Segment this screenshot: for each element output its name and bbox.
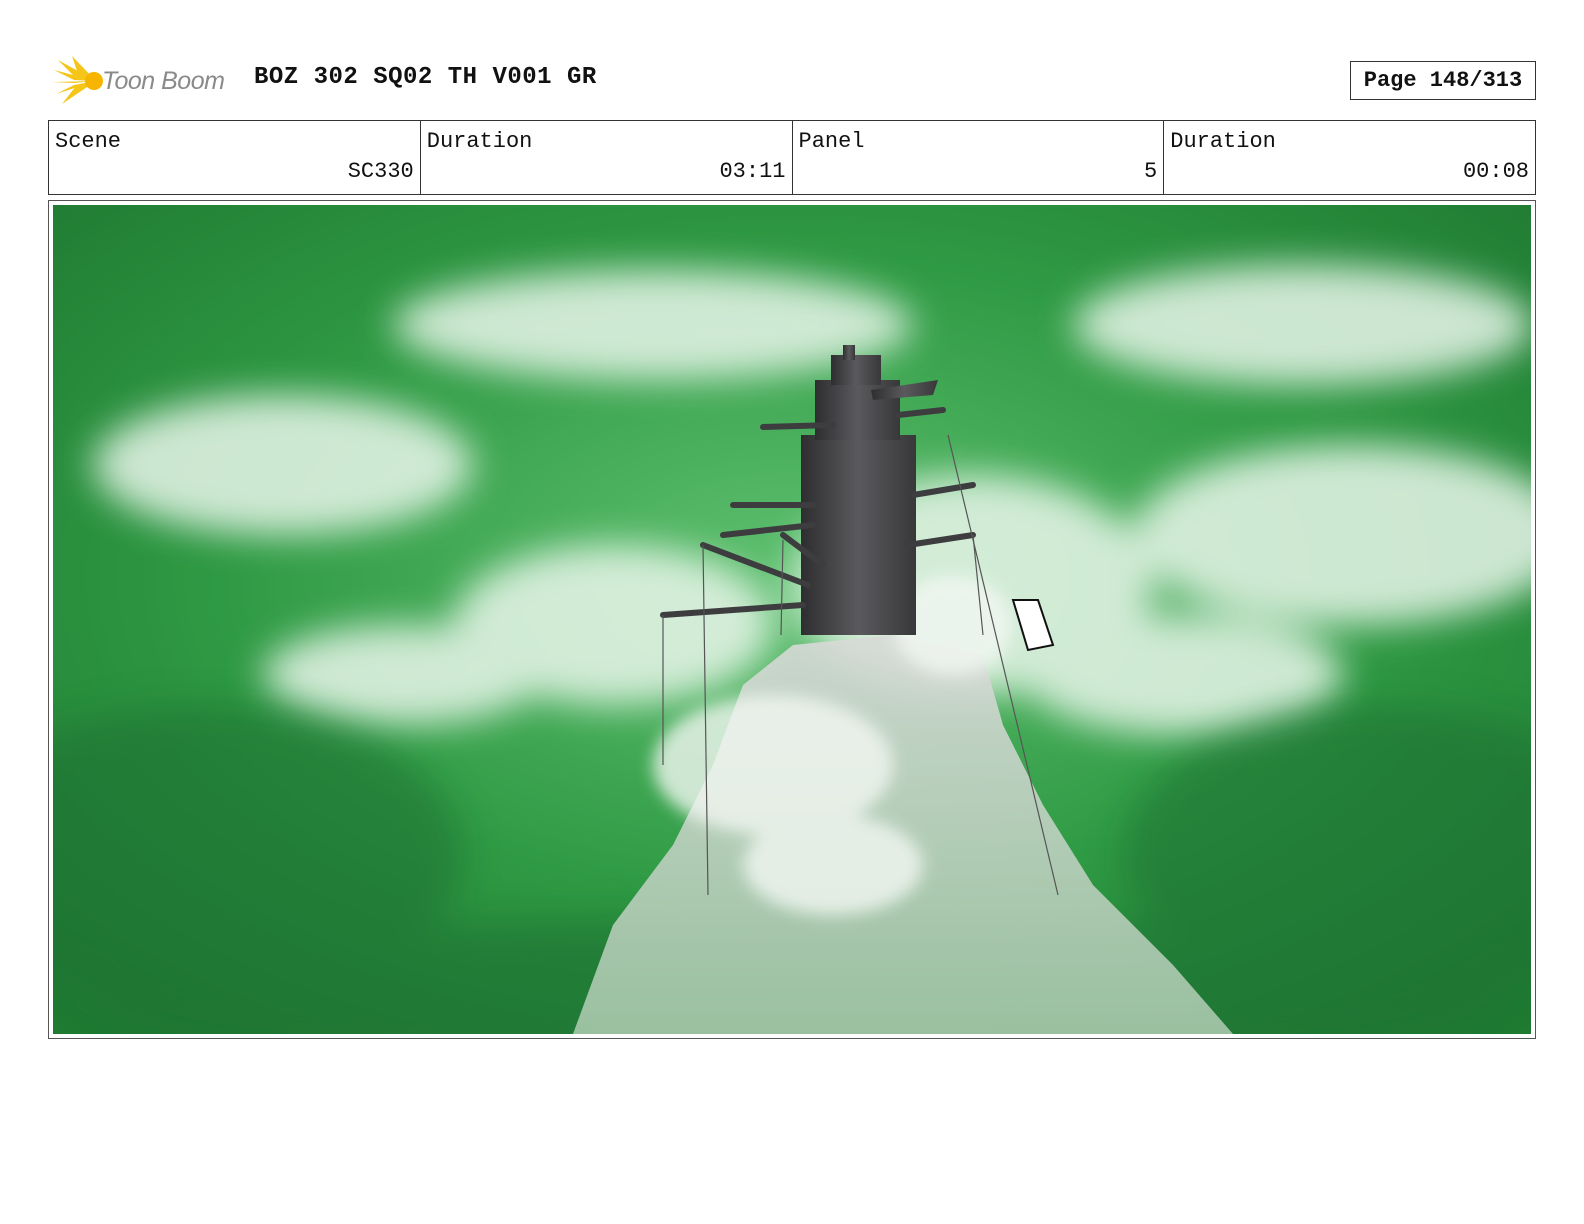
page-number: Page 148/313 — [1350, 61, 1536, 100]
panel-duration-cell: Duration 00:08 — [1164, 121, 1535, 194]
info-table: Scene SC330 Duration 03:11 Panel 5 Durat… — [48, 120, 1536, 195]
panel-label: Panel — [798, 129, 865, 154]
panel-duration-value: 00:08 — [1462, 159, 1529, 184]
scene-duration-cell: Duration 03:11 — [421, 121, 793, 194]
logo-text: Toon Boom — [102, 66, 225, 95]
storyboard-panel-image — [53, 205, 1531, 1034]
panel-cell: Panel 5 — [793, 121, 1165, 194]
scene-label: Scene — [55, 129, 122, 154]
tower-on-cloud-mountain-illustration — [53, 205, 1531, 1034]
scene-duration-value: 03:11 — [719, 159, 786, 184]
panel-value: 5 — [1144, 159, 1158, 184]
document-title: BOZ 302 SQ02 TH V001 GR — [254, 64, 597, 91]
starburst-icon — [52, 56, 103, 104]
toon-boom-logo: Toon Boom — [52, 56, 237, 106]
scene-cell: Scene SC330 — [49, 121, 421, 194]
storyboard-panel-frame — [48, 200, 1536, 1039]
scene-duration-label: Duration — [426, 129, 533, 154]
panel-duration-label: Duration — [1170, 129, 1276, 154]
scene-value: SC330 — [347, 159, 414, 184]
